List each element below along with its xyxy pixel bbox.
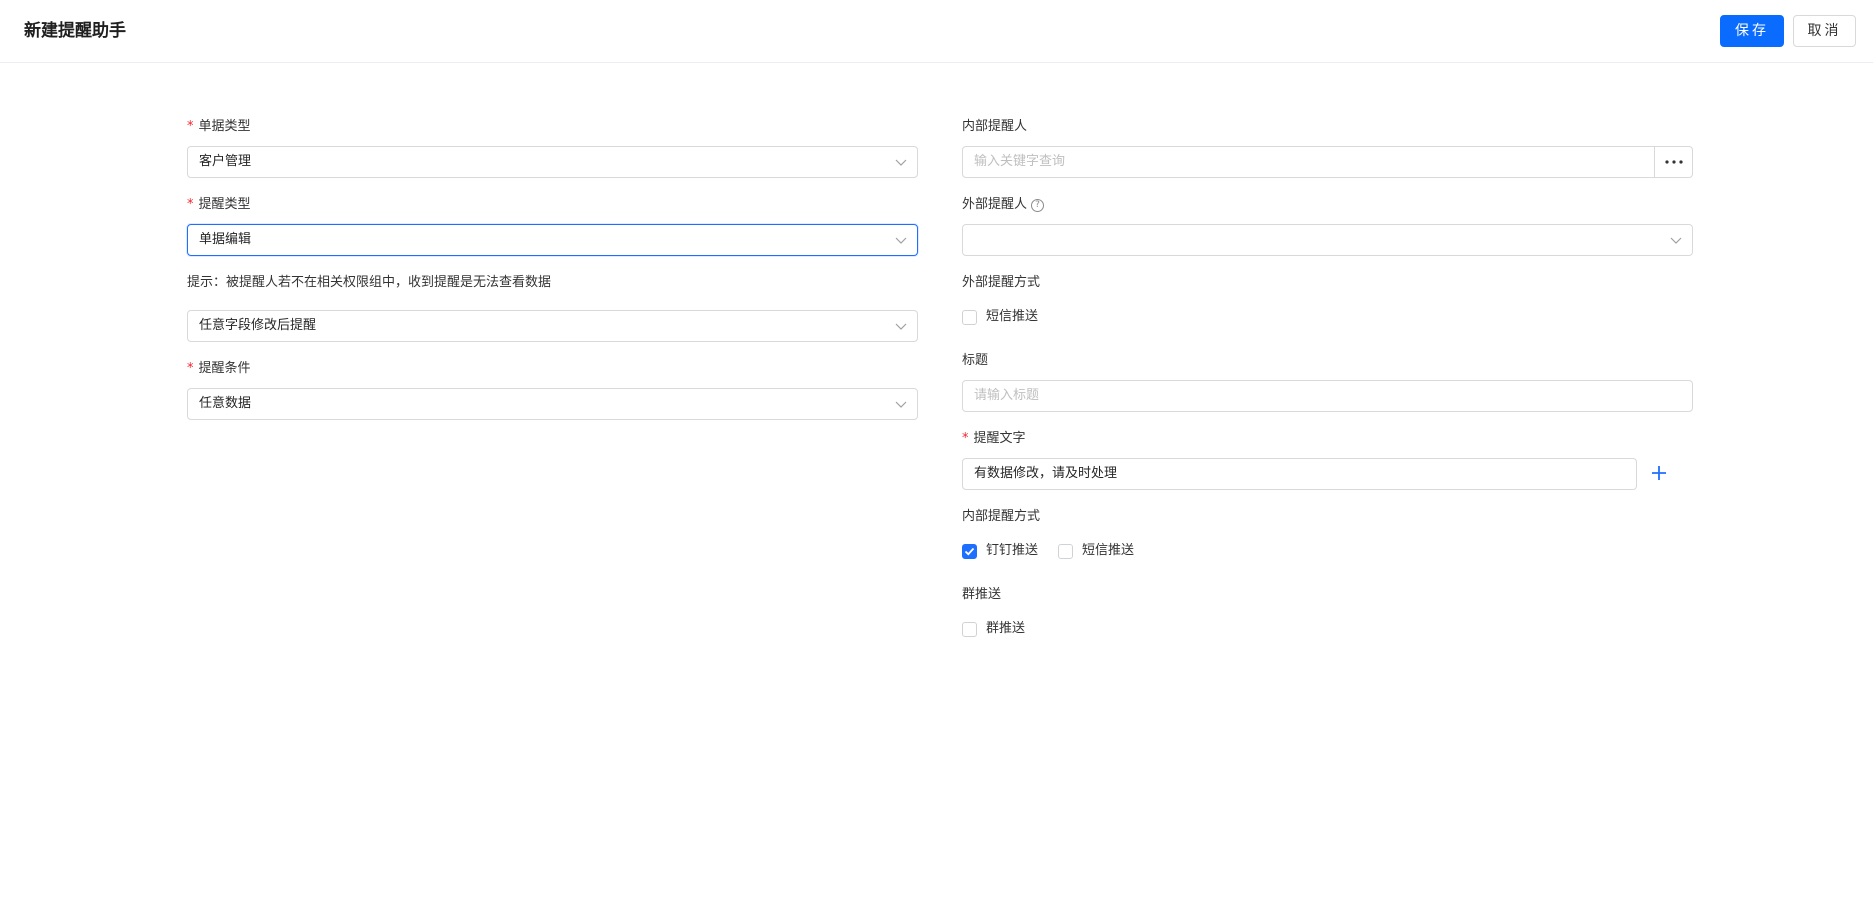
dingtalk-checkbox[interactable] bbox=[962, 544, 977, 559]
remind-text-label: * 提醒文字 bbox=[962, 431, 1026, 446]
page-header: 新建提醒助手 保存 取消 bbox=[0, 0, 1873, 63]
external-reminder-label: 外部提醒人? bbox=[962, 196, 1045, 214]
external-sms-checkbox[interactable] bbox=[962, 310, 977, 325]
chevron-down-icon bbox=[895, 323, 907, 330]
chevron-down-icon bbox=[895, 159, 907, 166]
required-mark: * bbox=[187, 361, 194, 376]
trigger-value: 任意字段修改后提醒 bbox=[199, 318, 317, 333]
internal-reminder-input[interactable]: 输入关键字查询 bbox=[974, 153, 1065, 171]
cancel-button[interactable]: 取消 bbox=[1793, 15, 1856, 47]
more-options-button[interactable] bbox=[1654, 147, 1692, 177]
dingtalk-label[interactable]: 钉钉推送 bbox=[986, 542, 1038, 560]
permission-hint: 提示：被提醒人若不在相关权限组中，收到提醒是无法查看数据 bbox=[187, 275, 552, 290]
chevron-down-icon bbox=[895, 401, 907, 408]
required-mark: * bbox=[187, 197, 194, 212]
required-mark: * bbox=[962, 431, 969, 446]
remind-type-select[interactable]: 单据编辑 bbox=[187, 224, 918, 256]
save-button[interactable]: 保存 bbox=[1720, 15, 1784, 47]
internal-reminder-label: 内部提醒人 bbox=[962, 119, 1028, 134]
condition-label: * 提醒条件 bbox=[187, 361, 251, 376]
remind-type-label: * 提醒类型 bbox=[187, 197, 251, 212]
title-placeholder: 请输入标题 bbox=[974, 388, 1040, 403]
group-push-checkbox[interactable] bbox=[962, 622, 977, 637]
chevron-down-icon bbox=[1670, 237, 1682, 244]
trigger-select[interactable]: 任意字段修改后提醒 bbox=[187, 310, 918, 342]
group-push-label: 群推送 bbox=[962, 587, 1002, 602]
internal-sms-label[interactable]: 短信推送 bbox=[1082, 542, 1134, 560]
help-icon[interactable]: ? bbox=[1031, 199, 1045, 212]
check-icon bbox=[964, 547, 975, 556]
condition-select[interactable]: 任意数据 bbox=[187, 388, 918, 420]
title-input[interactable]: 请输入标题 bbox=[962, 380, 1693, 412]
plus-icon[interactable] bbox=[1651, 465, 1667, 481]
group-push-option-label[interactable]: 群推送 bbox=[986, 620, 1025, 638]
doc-type-value: 客户管理 bbox=[199, 154, 252, 169]
condition-value: 任意数据 bbox=[199, 396, 252, 411]
doc-type-label: * 单据类型 bbox=[187, 119, 251, 134]
external-method-label: 外部提醒方式 bbox=[962, 275, 1041, 290]
page-title: 新建提醒助手 bbox=[24, 21, 126, 41]
internal-sms-checkbox[interactable] bbox=[1058, 544, 1073, 559]
external-sms-label[interactable]: 短信推送 bbox=[986, 308, 1038, 326]
chevron-down-icon bbox=[895, 237, 907, 244]
remind-text-value: 有数据修改，请及时处理 bbox=[974, 466, 1118, 481]
internal-reminder-field[interactable]: 输入关键字查询 bbox=[962, 146, 1693, 178]
remind-text-input[interactable]: 有数据修改，请及时处理 bbox=[962, 458, 1637, 490]
external-reminder-select[interactable] bbox=[962, 224, 1693, 256]
required-mark: * bbox=[187, 119, 194, 134]
remind-type-value: 单据编辑 bbox=[199, 232, 252, 247]
doc-type-select[interactable]: 客户管理 bbox=[187, 146, 918, 178]
more-dots-icon bbox=[1664, 160, 1683, 164]
internal-method-label: 内部提醒方式 bbox=[962, 509, 1041, 524]
title-label: 标题 bbox=[962, 353, 989, 368]
